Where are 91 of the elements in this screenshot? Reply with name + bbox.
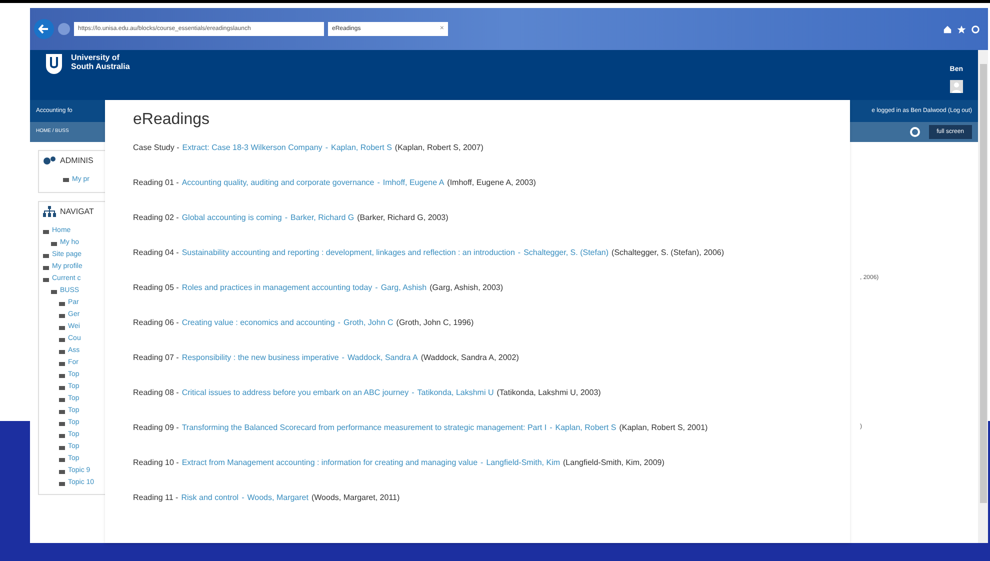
author-link[interactable]: Kaplan, Robert S	[330, 142, 392, 154]
folder-icon	[59, 302, 65, 306]
author-link[interactable]: Woods, Margaret	[247, 492, 308, 504]
reading-link[interactable]: Roles and practices in management accounting today	[182, 282, 372, 294]
reading-label: Case Study -	[133, 142, 180, 154]
reading-label: Reading 04 -	[133, 246, 179, 258]
arrow-left-icon	[38, 23, 50, 35]
home-icon[interactable]	[943, 24, 952, 34]
author-link[interactable]: Tatikonda, Lakshmi U	[417, 386, 494, 398]
folder-icon	[59, 458, 65, 462]
reading-label: Reading 07 -	[133, 352, 179, 364]
folder-icon	[51, 290, 57, 294]
folder-icon	[59, 410, 65, 414]
reading-link[interactable]: Risk and control	[181, 492, 239, 504]
folder-icon	[59, 338, 65, 342]
reading-link[interactable]: Accounting quality, auditing and corporate governance	[182, 176, 374, 188]
logo-text: University of	[71, 53, 120, 62]
citation: (Garg, Ashish, 2003)	[430, 282, 504, 294]
reading-link[interactable]: Responsibility : the new business imperative	[182, 352, 339, 364]
citation: (Kaplan, Robert S, 2001)	[619, 422, 708, 434]
block-title: ADMINIS	[60, 155, 94, 167]
folder-icon	[59, 386, 65, 390]
citation: (Waddock, Sandra A, 2002)	[420, 352, 519, 364]
citation: (Groth, John C, 1996)	[396, 316, 474, 328]
folder-icon	[59, 362, 65, 366]
reading-label: Reading 10 -	[133, 456, 179, 468]
citation: (Woods, Margaret, 2011)	[311, 492, 400, 504]
reading-label: Reading 08 -	[133, 386, 179, 398]
citation: (Tatikonda, Lakshmi U, 2003)	[496, 386, 601, 398]
reading-link[interactable]: Sustainability accounting and reporting : development, linkages and reflection : an introduction	[182, 246, 515, 258]
citation: (Kaplan, Robert S, 2007)	[394, 142, 484, 154]
citation: (Barker, Richard G, 2003)	[357, 212, 448, 224]
author-link[interactable]: Schaltegger, S. (Stefan)	[524, 246, 609, 258]
scrollbar[interactable]	[978, 50, 988, 543]
block-title: NAVIGAT	[60, 206, 94, 218]
separator: -	[377, 176, 380, 188]
author-link[interactable]: Kaplan, Robert S	[555, 422, 616, 434]
back-button[interactable]	[34, 19, 54, 39]
separator: -	[550, 422, 552, 434]
reading-label: Reading 06 -	[133, 316, 179, 328]
author-link[interactable]: Groth, John C	[343, 316, 394, 328]
separator: -	[325, 142, 328, 154]
star-icon[interactable]	[957, 24, 966, 34]
citation: (Imhoff, Eugene A, 2003)	[447, 176, 536, 188]
reading-label: Reading 09 -	[133, 422, 179, 434]
reading-link[interactable]: Critical issues to address before you embark on an ABC journey	[182, 386, 409, 398]
logo-text: South Australia	[71, 62, 130, 71]
separator: -	[480, 456, 484, 468]
author-link[interactable]: Langfield-Smith, Kim	[486, 456, 560, 468]
avatar-icon[interactable]	[950, 80, 963, 92]
folder-icon	[59, 446, 65, 450]
separator: -	[518, 246, 521, 258]
reading-link[interactable]: Extract: Case 18-3 Wilkerson Company	[182, 142, 322, 154]
folder-icon	[43, 254, 49, 258]
folder-icon	[59, 398, 65, 402]
folder-icon	[63, 178, 69, 182]
reading-label: Reading 01 -	[133, 176, 179, 188]
separator: -	[342, 352, 344, 364]
folder-icon	[59, 482, 65, 486]
dialog-title: eReadings	[133, 110, 210, 130]
folder-icon	[59, 314, 65, 318]
author-link[interactable]: Imhoff, Eugene A	[382, 176, 444, 188]
logo-icon	[45, 53, 63, 75]
folder-icon	[43, 230, 49, 234]
reading-label: Reading 11 -	[133, 492, 178, 504]
reading-link[interactable]: Global accounting is coming	[182, 212, 282, 224]
separator: -	[284, 212, 288, 224]
reading-label: Reading 02 -	[133, 212, 179, 224]
reading-link[interactable]: Extract from Management accounting : information for creating and managing value	[182, 456, 478, 468]
sitemap-icon	[43, 206, 56, 217]
folder-icon	[59, 326, 65, 330]
folder-icon	[59, 374, 65, 378]
folder-icon	[43, 278, 49, 282]
separator: -	[412, 386, 414, 398]
citation: (Langfield-Smith, Kim, 2009)	[563, 456, 664, 468]
folder-icon	[59, 434, 65, 438]
folder-icon	[43, 266, 49, 270]
separator: -	[242, 492, 244, 504]
reading-link[interactable]: Creating value : economics and accounting	[182, 316, 335, 328]
reading-label: Reading 05 -	[133, 282, 179, 294]
author-link[interactable]: Barker, Richard G	[290, 212, 354, 224]
author-link[interactable]: Garg, Ashish	[380, 282, 427, 294]
separator: -	[375, 282, 378, 294]
reading-link[interactable]: Transforming the Balanced Scorecard from performance measurement to strategic management: Part I	[182, 422, 547, 434]
folder-icon	[59, 422, 65, 426]
folder-icon	[51, 242, 57, 246]
citation: (Schaltegger, S. (Stefan), 2006)	[612, 246, 724, 258]
folder-icon	[59, 350, 65, 354]
separator: -	[338, 316, 340, 328]
folder-icon	[59, 470, 65, 474]
author-link[interactable]: Waddock, Sandra A	[347, 352, 418, 364]
